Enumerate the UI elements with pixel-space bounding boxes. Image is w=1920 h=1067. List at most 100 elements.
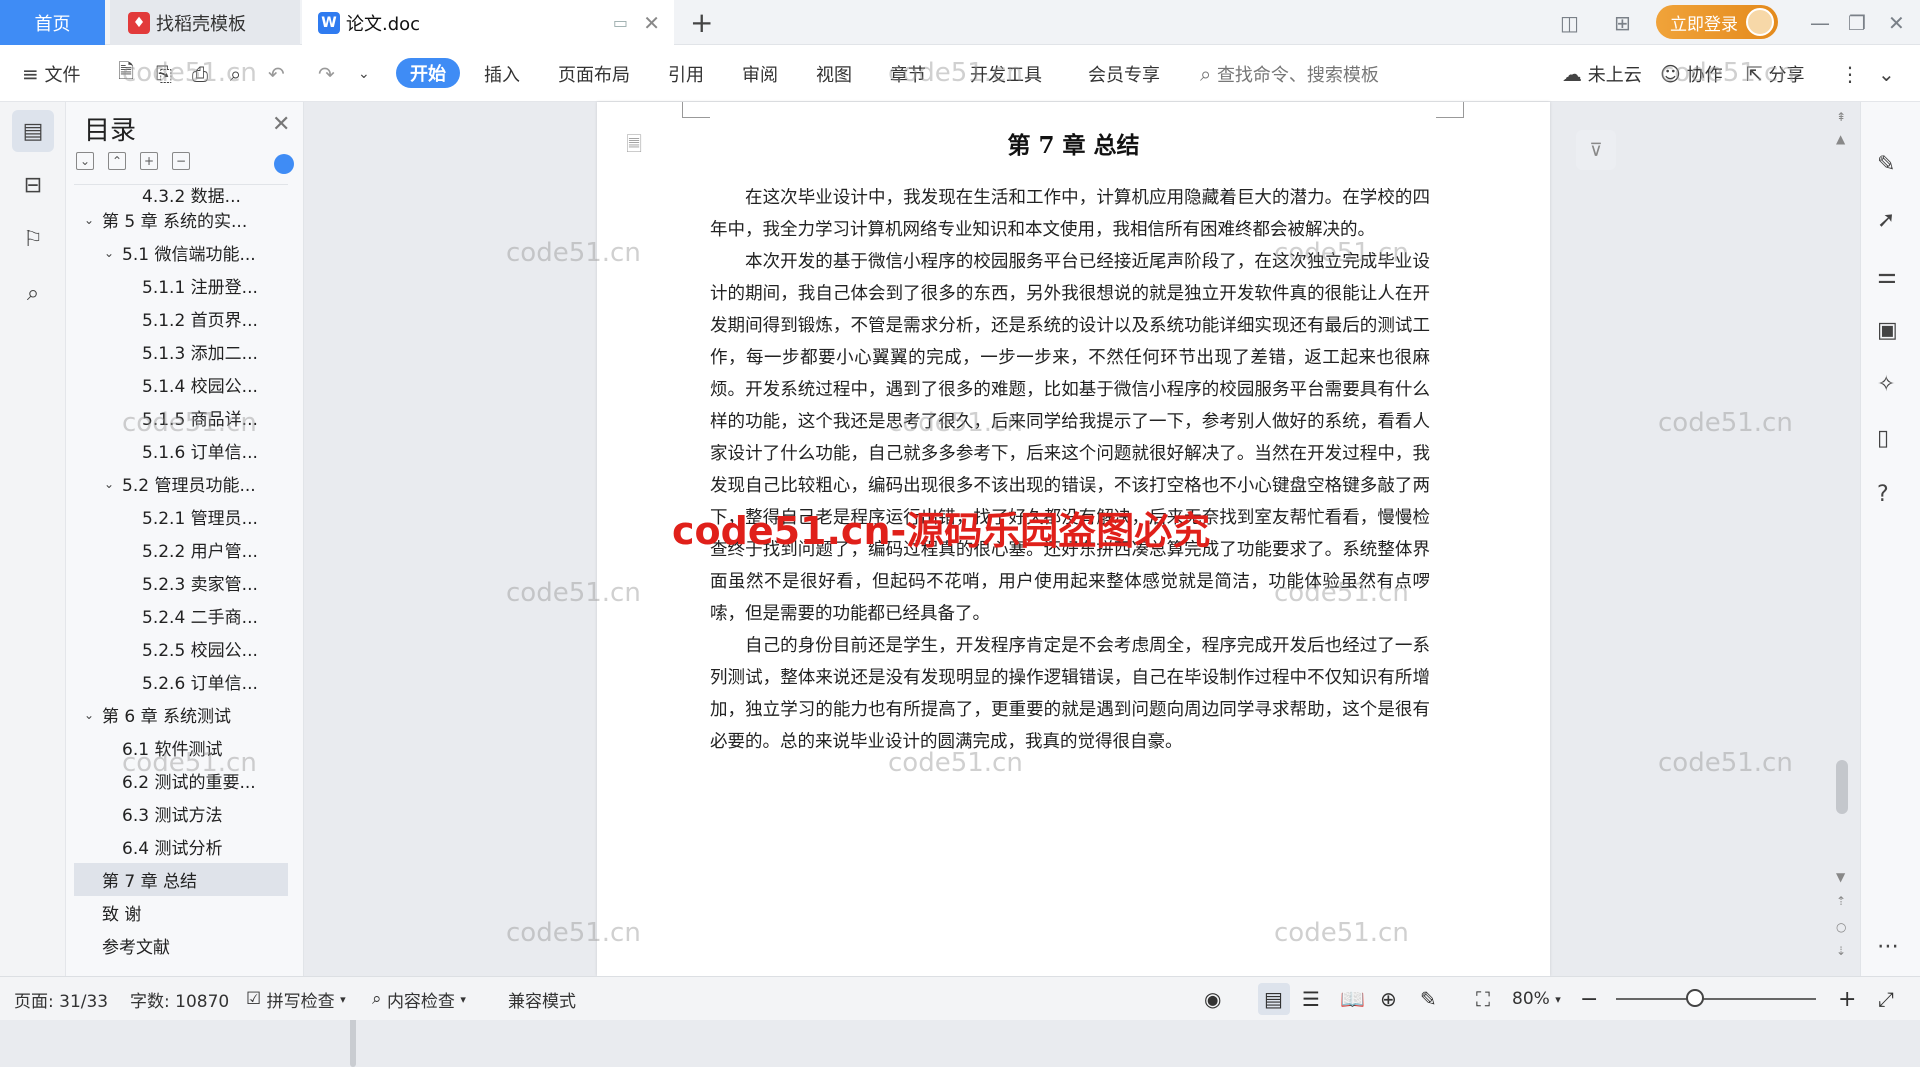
fullscreen-icon[interactable]: ⤢ xyxy=(1878,977,1894,1021)
select-pointer-icon[interactable]: ➚ xyxy=(1877,208,1895,233)
toc-item[interactable]: 参考文献 xyxy=(74,929,288,962)
toc-item[interactable]: 5.1.2 首页界... xyxy=(74,302,288,335)
read-view-icon[interactable]: 📖 xyxy=(1340,977,1365,1021)
content-check[interactable]: ⌕ 内容检查 ▾ xyxy=(372,977,466,1021)
ai-icon[interactable]: ✧ xyxy=(1877,372,1895,397)
tab-template[interactable]: ♦ 找稻壳模板 xyxy=(110,0,300,45)
document-body[interactable]: 在这次毕业设计中，我发现在生活和工作中，计算机应用隐藏着巨大的潜力。在学校的四年… xyxy=(710,182,1430,758)
adjust-icon[interactable]: ⚌ xyxy=(1877,264,1897,289)
document-scrollbar[interactable]: ⇞ ▲ ▼ ⇡ ○ ⇣ xyxy=(1832,102,1852,976)
fit-page-icon[interactable]: ⛶ xyxy=(1476,977,1490,1021)
menu-member[interactable]: 会员专享 xyxy=(1088,45,1160,102)
new-tab-icon[interactable]: + xyxy=(690,6,713,39)
toc-item[interactable]: 致 谢 xyxy=(74,896,288,929)
next-page-icon[interactable]: ⇣ xyxy=(1836,944,1846,958)
login-button[interactable]: 立即登录 xyxy=(1656,5,1778,39)
toc-item[interactable]: 第 7 章 总结 xyxy=(74,863,288,896)
toc-item[interactable]: ⌄ 5.2 管理员功能... xyxy=(74,467,288,500)
menu-member-label: 会员专享 xyxy=(1088,64,1160,86)
monitor-icon[interactable]: ▭ xyxy=(613,13,628,32)
menu-insert[interactable]: 插入 xyxy=(484,45,520,102)
spell-check[interactable]: ☑ 拼写检查 ▾ xyxy=(246,977,346,1021)
scroll-thumb[interactable] xyxy=(1836,760,1848,814)
smart-toc-icon[interactable] xyxy=(274,154,294,174)
help-icon[interactable]: ? xyxy=(1877,482,1889,507)
more-tools-icon[interactable]: ⋯ xyxy=(1877,934,1899,959)
web-view-icon[interactable]: ⊕ xyxy=(1380,977,1397,1021)
close-window-icon[interactable]: ✕ xyxy=(1888,0,1905,45)
chevron-down-icon[interactable]: ⌄ xyxy=(84,708,102,722)
expand-icon[interactable]: ⌄ xyxy=(76,152,94,170)
toc-item[interactable]: 5.2.1 管理员... xyxy=(74,500,288,533)
chapter-nav-icon[interactable]: ⊟ xyxy=(12,164,54,206)
zoom-slider[interactable] xyxy=(1616,998,1816,1000)
command-search[interactable]: ⌕ 查找命令、搜索模板 xyxy=(1200,45,1379,102)
zoom-out-icon[interactable]: − xyxy=(1580,977,1598,1021)
remove-heading-icon[interactable]: − xyxy=(172,152,190,170)
toc-item[interactable]: 6.3 测试方法 xyxy=(74,797,288,830)
write-view-icon[interactable]: ✎ xyxy=(1420,977,1437,1021)
close-icon[interactable]: ✕ xyxy=(272,112,290,137)
cloud-status[interactable]: ☁ 未上云 xyxy=(1562,45,1642,102)
filter-icon[interactable]: ⊽ xyxy=(1576,130,1616,170)
menu-page-layout[interactable]: 页面布局 xyxy=(558,45,630,102)
more-dropdown-icon[interactable]: ⌄ xyxy=(358,45,370,102)
redo-icon[interactable]: ↷ xyxy=(318,45,335,102)
tab-home[interactable]: 首页 xyxy=(0,0,105,45)
reading-icon[interactable]: ▯ xyxy=(1877,426,1889,451)
page-view-icon[interactable]: ▤ xyxy=(1264,977,1283,1021)
toc-item[interactable]: 5.2.5 校园公... xyxy=(74,632,288,665)
apps-grid-icon[interactable]: ⊞ xyxy=(1614,0,1631,45)
minimize-icon[interactable]: — xyxy=(1810,0,1830,45)
pen-icon[interactable]: ✎ xyxy=(1877,152,1895,177)
word-count[interactable]: 字数: 10870 xyxy=(130,977,229,1021)
toc-item[interactable]: ⌄ 第 6 章 系统测试 xyxy=(74,698,288,731)
toc-item[interactable]: 5.1.6 订单信... xyxy=(74,434,288,467)
layout-icon[interactable]: ◫ xyxy=(1560,0,1579,45)
scroll-top-icon[interactable]: ⇞ xyxy=(1836,110,1846,124)
menu-view[interactable]: 视图 xyxy=(816,45,852,102)
compat-mode[interactable]: 兼容模式 xyxy=(508,977,576,1021)
outline-view-icon[interactable]: ☰ xyxy=(1302,977,1320,1021)
zoom-slider-knob[interactable] xyxy=(1686,989,1704,1007)
find-icon[interactable]: ⌕ xyxy=(12,272,54,314)
toc-item[interactable]: 5.1.4 校园公... xyxy=(74,368,288,401)
bookmark-icon[interactable]: ⚐ xyxy=(12,218,54,260)
eye-protect-icon[interactable]: ◉ xyxy=(1204,977,1221,1021)
scroll-down-icon[interactable]: ▼ xyxy=(1836,870,1845,884)
collapse-ribbon-icon[interactable]: ⌄ xyxy=(1878,45,1895,102)
toc-item[interactable]: 5.1.3 添加二... xyxy=(74,335,288,368)
toc-item[interactable]: ⌄ 5.1 微信端功能... xyxy=(74,236,288,269)
toc-item[interactable]: 5.2.4 二手商... xyxy=(74,599,288,632)
toc-panel-icon[interactable]: ▤ xyxy=(12,110,54,152)
restore-icon[interactable]: ❐ xyxy=(1848,0,1866,45)
page-indicator[interactable]: 页面: 31/33 xyxy=(14,977,108,1021)
select-browse-icon[interactable]: ○ xyxy=(1836,920,1846,934)
chevron-down-icon[interactable]: ⌄ xyxy=(104,246,122,260)
toc-item[interactable]: 5.2.6 订单信... xyxy=(74,665,288,698)
menu-home[interactable]: 开始 xyxy=(396,58,460,88)
chevron-down-icon[interactable]: ⌄ xyxy=(104,477,122,491)
prev-page-icon[interactable]: ⇡ xyxy=(1836,894,1846,908)
menu-review[interactable]: 审阅 xyxy=(742,45,778,102)
more-options-icon[interactable]: ⋮ xyxy=(1840,45,1860,102)
toc-item[interactable]: 5.1.1 注册登... xyxy=(74,269,288,302)
file-menu[interactable]: ≡ 文件 xyxy=(22,45,81,102)
scroll-up-icon[interactable]: ▲ xyxy=(1836,132,1845,146)
image-edit-icon[interactable]: ▣ xyxy=(1877,318,1898,343)
tab-document[interactable]: W 论文.doc ▭ ✕ xyxy=(302,0,674,45)
collapse-icon[interactable]: ⌃ xyxy=(108,152,126,170)
toc-item[interactable]: ⌄ 第 5 章 系统的实... xyxy=(74,203,288,236)
undo-icon[interactable]: ↶ xyxy=(268,45,285,102)
zoom-in-icon[interactable]: + xyxy=(1838,977,1856,1021)
menu-references[interactable]: 引用 xyxy=(668,45,704,102)
toc-item[interactable]: 5.2.3 卖家管... xyxy=(74,566,288,599)
close-tab-icon[interactable]: ✕ xyxy=(643,11,660,35)
add-heading-icon[interactable]: + xyxy=(140,152,158,170)
toc-item[interactable]: 6.4 测试分析 xyxy=(74,830,288,863)
zoom-level[interactable]: 80% ▾ xyxy=(1512,977,1561,1021)
toc-item[interactable]: 4.3.2 数据... xyxy=(74,185,288,204)
toc-item[interactable]: 5.2.2 用户管... xyxy=(74,533,288,566)
menu-references-label: 引用 xyxy=(668,64,704,86)
chevron-down-icon[interactable]: ⌄ xyxy=(84,213,102,227)
